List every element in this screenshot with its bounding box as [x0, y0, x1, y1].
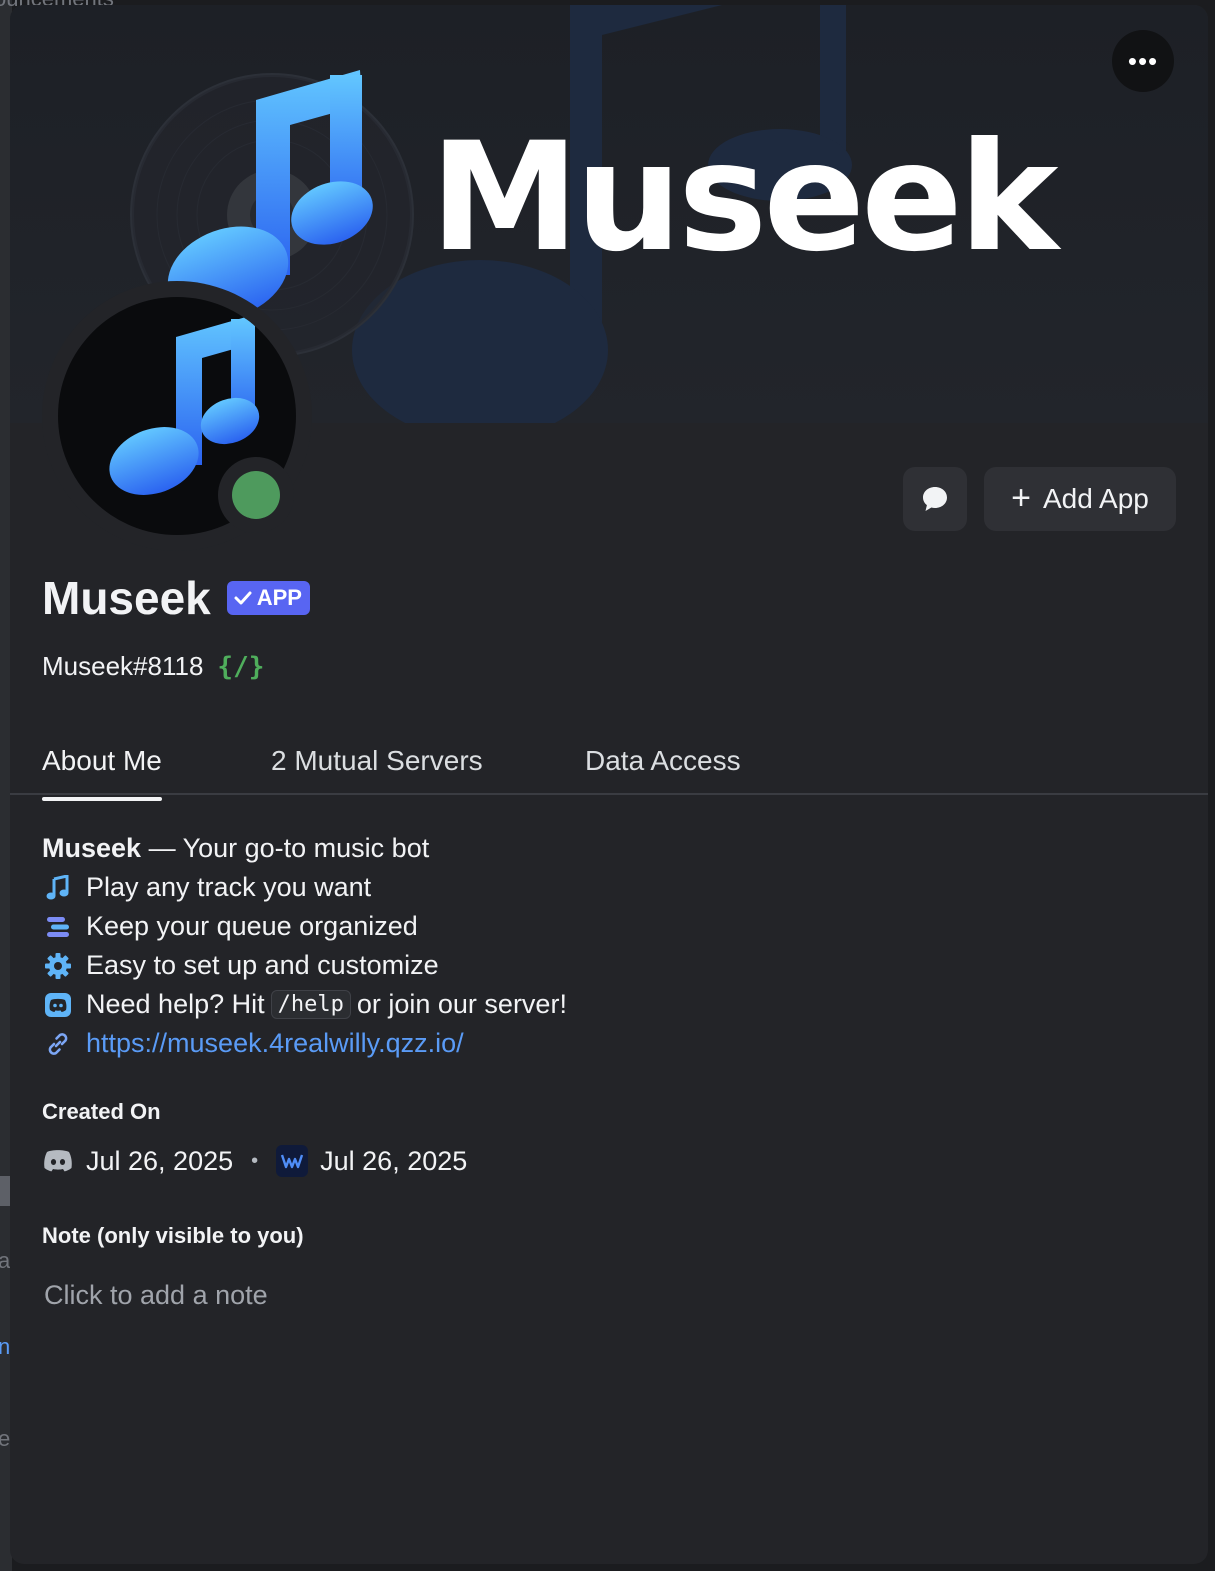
background-marker: [0, 1176, 10, 1206]
badge-label: APP: [256, 585, 302, 610]
slash-commands-badge[interactable]: {/}: [217, 652, 264, 682]
background-letter: a: [0, 1248, 11, 1273]
server-joined-date: Jul 26, 2025: [320, 1145, 468, 1176]
about-bot-name: Museek: [42, 833, 142, 863]
verified-app-badge: APP: [226, 581, 310, 615]
background-letter: n: [0, 1334, 11, 1359]
tab-data-access[interactable]: Data Access: [585, 745, 741, 777]
discord-created-date: Jul 26, 2025: [86, 1145, 234, 1176]
help-command-code: /help: [270, 990, 351, 1019]
music-note-icon: [42, 874, 74, 901]
profile-tabs: About Me 2 Mutual Servers Data Access: [10, 735, 1208, 801]
about-me-section: Museek — Your go-to music bot Play any t…: [42, 829, 567, 1063]
about-line-text: Easy to set up and customize: [86, 950, 439, 980]
plus-icon: +: [1011, 478, 1031, 517]
background-letter: e: [0, 1426, 11, 1451]
discord-icon: [42, 992, 74, 1018]
about-line-text: Keep your queue organized: [86, 911, 418, 941]
add-app-button[interactable]: + Add App: [984, 467, 1176, 531]
checkmark-icon: [234, 591, 252, 605]
tab-about-me[interactable]: About Me: [42, 745, 162, 801]
note-label: Note (only visible to you): [42, 1223, 304, 1248]
date-separator: •: [251, 1149, 259, 1172]
avatar-frame: [42, 281, 312, 551]
server-icon: [276, 1145, 309, 1177]
note-input[interactable]: [42, 1271, 1176, 1319]
link-icon: [42, 1031, 74, 1057]
about-line-text: Need help? Hit: [86, 989, 265, 1019]
username-text: Museek#8118: [42, 651, 204, 681]
tab-mutual-servers[interactable]: 2 Mutual Servers: [271, 745, 483, 777]
banner-title: Museek: [430, 111, 1059, 285]
created-on-row: Jul 26, 2025 • Jul 26, 2025: [42, 1145, 467, 1177]
about-tagline: — Your go-to music bot: [141, 833, 430, 863]
profile-username: Museek#8118 {/}: [42, 651, 264, 682]
about-line-text: or join our server!: [356, 989, 567, 1019]
online-status-dot: [232, 471, 280, 519]
display-name-text: Museek: [42, 572, 211, 624]
discord-icon: [44, 1150, 72, 1172]
list-item: https://museek.4realwilly.qzz.io/: [42, 1024, 567, 1063]
list-item: Play any track you want: [42, 868, 567, 907]
website-link[interactable]: https://museek.4realwilly.qzz.io/: [86, 1028, 464, 1059]
profile-modal: Museek ••• + Add App Museek APP Museek#8…: [10, 5, 1208, 1564]
about-line-text: Play any track you want: [86, 872, 372, 902]
gear-icon: [42, 952, 74, 980]
status-indicator: [218, 457, 294, 533]
more-options-button[interactable]: •••: [1112, 30, 1174, 92]
add-app-label: Add App: [1042, 483, 1149, 514]
queue-list-icon: [42, 915, 74, 939]
about-intro: Museek — Your go-to music bot: [42, 829, 567, 868]
message-button[interactable]: [903, 467, 967, 531]
list-item: Need help? Hit /help or join our server!: [42, 985, 567, 1024]
chat-bubble-icon: [923, 487, 947, 511]
profile-display-name: Museek APP: [42, 571, 310, 625]
list-item: Keep your queue organized: [42, 907, 567, 946]
created-on-label: Created On: [42, 1099, 161, 1124]
list-item: Easy to set up and customize: [42, 946, 567, 985]
more-icon: •••: [1127, 45, 1159, 76]
